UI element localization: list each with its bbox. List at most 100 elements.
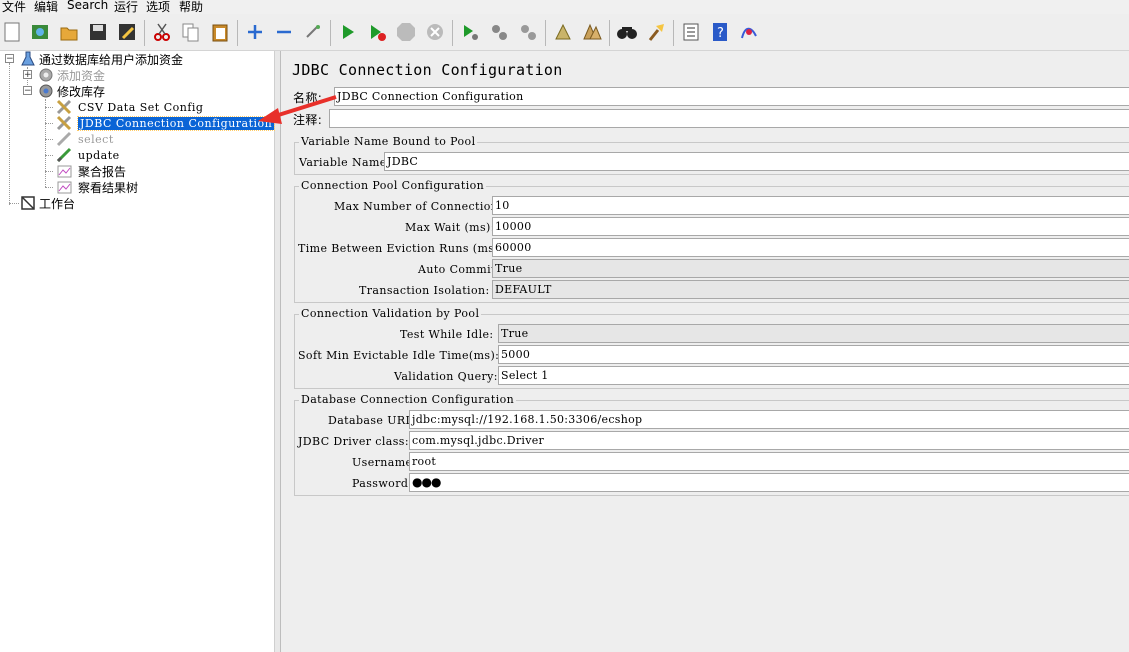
- svg-text:?: ?: [717, 26, 724, 41]
- search-icon[interactable]: [615, 20, 639, 44]
- variable-name-label: Variable Name:: [299, 156, 391, 169]
- copy-icon[interactable]: [179, 20, 203, 44]
- clear-icon[interactable]: [551, 20, 575, 44]
- shutdown-icon[interactable]: [423, 20, 447, 44]
- test-plan-tree[interactable]: − 通过数据库给用户添加资金 + 添加资金 − 修改库存 CSV Data Se…: [0, 51, 276, 652]
- tree-label: 聚合报告: [78, 164, 127, 179]
- tree-item-thread-group-2[interactable]: 修改库存: [38, 83, 105, 99]
- tree-item-aggregate-report[interactable]: 聚合报告: [56, 163, 126, 179]
- eviction-runs-field[interactable]: 60000: [492, 238, 1129, 257]
- menu-search[interactable]: Search: [67, 0, 108, 12]
- tree-label: 通过数据库给用户添加资金: [39, 52, 184, 67]
- database-url-field[interactable]: jdbc:mysql://192.168.1.50:3306/ecshop: [409, 410, 1129, 429]
- tree-item-csv[interactable]: CSV Data Set Config: [56, 99, 203, 115]
- function-helper-icon[interactable]: [679, 20, 703, 44]
- max-connections-field[interactable]: 10: [492, 196, 1129, 215]
- pen-icon: [56, 131, 72, 147]
- password-field[interactable]: ●●●: [409, 473, 1129, 492]
- expand-icon[interactable]: [243, 20, 267, 44]
- collapse-toggle-test-plan[interactable]: −: [5, 54, 14, 64]
- max-wait-label: Max Wait (ms):: [405, 221, 495, 234]
- help-icon[interactable]: ?: [708, 20, 732, 44]
- tree-item-update[interactable]: update: [56, 147, 120, 163]
- start-no-pause-icon[interactable]: [365, 20, 389, 44]
- jdbc-driver-field[interactable]: com.mysql.jdbc.Driver: [409, 431, 1129, 450]
- chart-icon: [57, 181, 72, 194]
- group-title: Connection Pool Configuration: [299, 179, 487, 192]
- tree-label: select: [78, 132, 114, 146]
- name-label: 名称:: [293, 91, 323, 105]
- gear-icon: [39, 68, 53, 82]
- menu-run[interactable]: 运行: [114, 0, 138, 15]
- save-as-icon[interactable]: [115, 20, 139, 44]
- config-panel: JDBC Connection Configuration 名称: JDBC C…: [281, 51, 1129, 652]
- gear-icon: [39, 84, 53, 98]
- tree-label: 察看结果树: [78, 180, 139, 195]
- database-url-label: Database URL:: [328, 414, 418, 427]
- reset-search-icon[interactable]: [644, 20, 668, 44]
- collapse-icon[interactable]: [272, 20, 296, 44]
- tree-item-jdbc-config[interactable]: JDBC Connection Configuration: [56, 115, 276, 131]
- username-field[interactable]: root: [409, 452, 1129, 471]
- transaction-isolation-label: Transaction Isolation:: [359, 284, 490, 297]
- group-title: Database Connection Configuration: [299, 393, 517, 406]
- clear-all-icon[interactable]: [580, 20, 604, 44]
- auto-commit-select[interactable]: True: [492, 259, 1129, 278]
- chart-icon: [57, 165, 72, 178]
- start-icon[interactable]: [336, 20, 360, 44]
- stop-icon[interactable]: [394, 20, 418, 44]
- comment-label: 注释:: [293, 113, 323, 127]
- templates-icon[interactable]: [28, 20, 52, 44]
- test-while-idle-select[interactable]: True: [498, 324, 1129, 343]
- expand-toggle-group1[interactable]: +: [23, 70, 32, 80]
- toggle-icon[interactable]: [301, 20, 325, 44]
- menu-help[interactable]: 帮助: [179, 0, 203, 15]
- password-label: Password:: [352, 477, 413, 490]
- variable-name-field[interactable]: JDBC: [384, 152, 1129, 171]
- cut-icon[interactable]: [150, 20, 174, 44]
- tree-item-select[interactable]: select: [56, 131, 114, 147]
- jdbc-driver-label: JDBC Driver class:: [298, 435, 409, 448]
- pen-icon: [56, 147, 72, 163]
- collapse-toggle-group2[interactable]: −: [23, 86, 32, 96]
- eviction-runs-label: Time Between Eviction Runs (ms):: [298, 242, 504, 255]
- transaction-isolation-select[interactable]: DEFAULT: [492, 280, 1129, 299]
- log-viewer-icon[interactable]: [737, 20, 761, 44]
- tree-label: update: [78, 148, 120, 162]
- menu-file[interactable]: 文件: [2, 0, 26, 15]
- group-title: Connection Validation by Pool: [299, 307, 482, 320]
- tree-item-thread-group-1[interactable]: 添加资金: [38, 67, 105, 83]
- username-label: Username:: [352, 456, 417, 469]
- workbench-icon: [21, 196, 35, 210]
- comment-field[interactable]: [329, 109, 1129, 128]
- group-title: Variable Name Bound to Pool: [299, 135, 478, 148]
- remote-shutdown-icon[interactable]: [516, 20, 540, 44]
- new-icon[interactable]: [0, 20, 24, 44]
- remote-start-icon[interactable]: [458, 20, 482, 44]
- menu-options[interactable]: 选项: [146, 0, 170, 15]
- menu-edit[interactable]: 编辑: [34, 0, 58, 15]
- tree-item-view-results-tree[interactable]: 察看结果树: [56, 179, 138, 195]
- save-icon[interactable]: [86, 20, 110, 44]
- paste-icon[interactable]: [208, 20, 232, 44]
- open-icon[interactable]: [57, 20, 81, 44]
- remote-stop-icon[interactable]: [487, 20, 511, 44]
- test-while-idle-label: Test While Idle:: [400, 328, 494, 341]
- wrench-icon: [56, 115, 72, 131]
- toolbar: ?: [0, 14, 1129, 51]
- tree-label: CSV Data Set Config: [78, 100, 204, 114]
- tree-item-test-plan[interactable]: 通过数据库给用户添加资金: [20, 51, 183, 67]
- soft-min-idle-field[interactable]: 5000: [498, 345, 1129, 364]
- tree-label: JDBC Connection Configuration: [76, 115, 276, 131]
- auto-commit-label: Auto Commit:: [418, 263, 500, 276]
- tree-item-workbench[interactable]: 工作台: [20, 195, 75, 211]
- validation-query-field[interactable]: Select 1: [498, 366, 1129, 385]
- menu-bar: 文件 编辑 Search 运行 选项 帮助: [0, 0, 1129, 14]
- max-wait-field[interactable]: 10000: [492, 217, 1129, 236]
- page-title: JDBC Connection Configuration: [292, 61, 563, 79]
- name-field[interactable]: JDBC Connection Configuration: [334, 87, 1129, 106]
- tree-label: 添加资金: [57, 68, 106, 83]
- tree-label: 工作台: [39, 196, 76, 211]
- validation-query-label: Validation Query:: [394, 370, 498, 383]
- max-connections-label: Max Number of Connections:: [334, 200, 509, 213]
